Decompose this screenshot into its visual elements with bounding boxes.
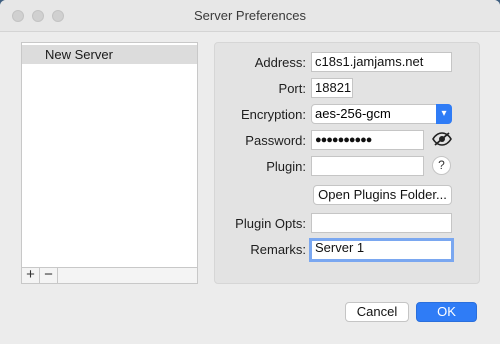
chevron-down-icon: ▾ [436,104,452,124]
eye-slash-icon[interactable] [432,131,452,147]
plugin-field[interactable] [311,156,424,176]
address-label: Address: [254,55,306,70]
cancel-button[interactable]: Cancel [345,302,409,322]
encryption-label: Encryption: [240,107,306,122]
password-field[interactable]: ●●●●●●●●●● [311,130,424,150]
open-plugins-folder-button[interactable]: Open Plugins Folder... [313,185,452,205]
remarks-field[interactable]: Server 1 [309,238,454,262]
port-field[interactable]: 18821 [311,78,353,98]
password-label: Password: [245,133,306,148]
remove-server-button[interactable]: − [40,267,58,283]
server-list-item[interactable]: New Server [22,45,197,64]
encryption-select[interactable]: aes-256-gcm ▾ [311,104,452,124]
server-list-toolbar: + − [21,267,198,284]
encryption-value: aes-256-gcm [315,106,391,121]
remarks-label: Remarks: [250,242,306,257]
plugin-opts-label: Plugin Opts: [235,216,306,231]
address-field[interactable]: c18s1.jamjams.net [311,52,452,72]
ok-button[interactable]: OK [416,302,477,322]
plugin-opts-field[interactable] [311,213,452,233]
server-preferences-window: Server Preferences New Server + − Addres… [0,0,500,344]
server-list[interactable]: New Server [21,42,198,268]
window-title: Server Preferences [194,8,306,23]
add-server-button[interactable]: + [22,267,40,283]
port-label: Port: [278,81,306,96]
title-bar: Server Preferences [0,0,500,32]
help-icon[interactable]: ? [432,156,451,175]
plugin-label: Plugin: [266,159,306,174]
